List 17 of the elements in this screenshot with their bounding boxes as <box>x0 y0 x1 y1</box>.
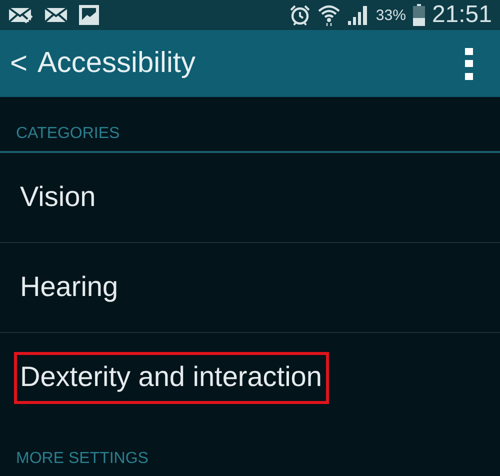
signal-icon <box>346 5 369 25</box>
menu-item[interactable]: Hearing <box>14 262 126 314</box>
menu-item[interactable]: Dexterity and interaction <box>14 352 329 404</box>
envelope-check-icon <box>8 6 34 24</box>
screen-title: Accessibility <box>38 47 196 80</box>
back-button[interactable]: < <box>6 46 32 80</box>
battery-icon <box>412 4 425 26</box>
battery-percent: 33% <box>376 6 406 24</box>
clock-time: 21:51 <box>432 1 492 29</box>
alarm-clock-icon <box>288 4 311 26</box>
envelope-icon <box>44 6 68 24</box>
wifi-icon <box>318 4 340 26</box>
section-header: CATEGORIES <box>15 124 121 144</box>
section-header: MORE SETTINGS <box>15 449 150 469</box>
image-icon <box>78 4 100 26</box>
overflow-menu-icon[interactable] <box>464 48 474 80</box>
menu-item[interactable]: Vision <box>14 172 103 224</box>
